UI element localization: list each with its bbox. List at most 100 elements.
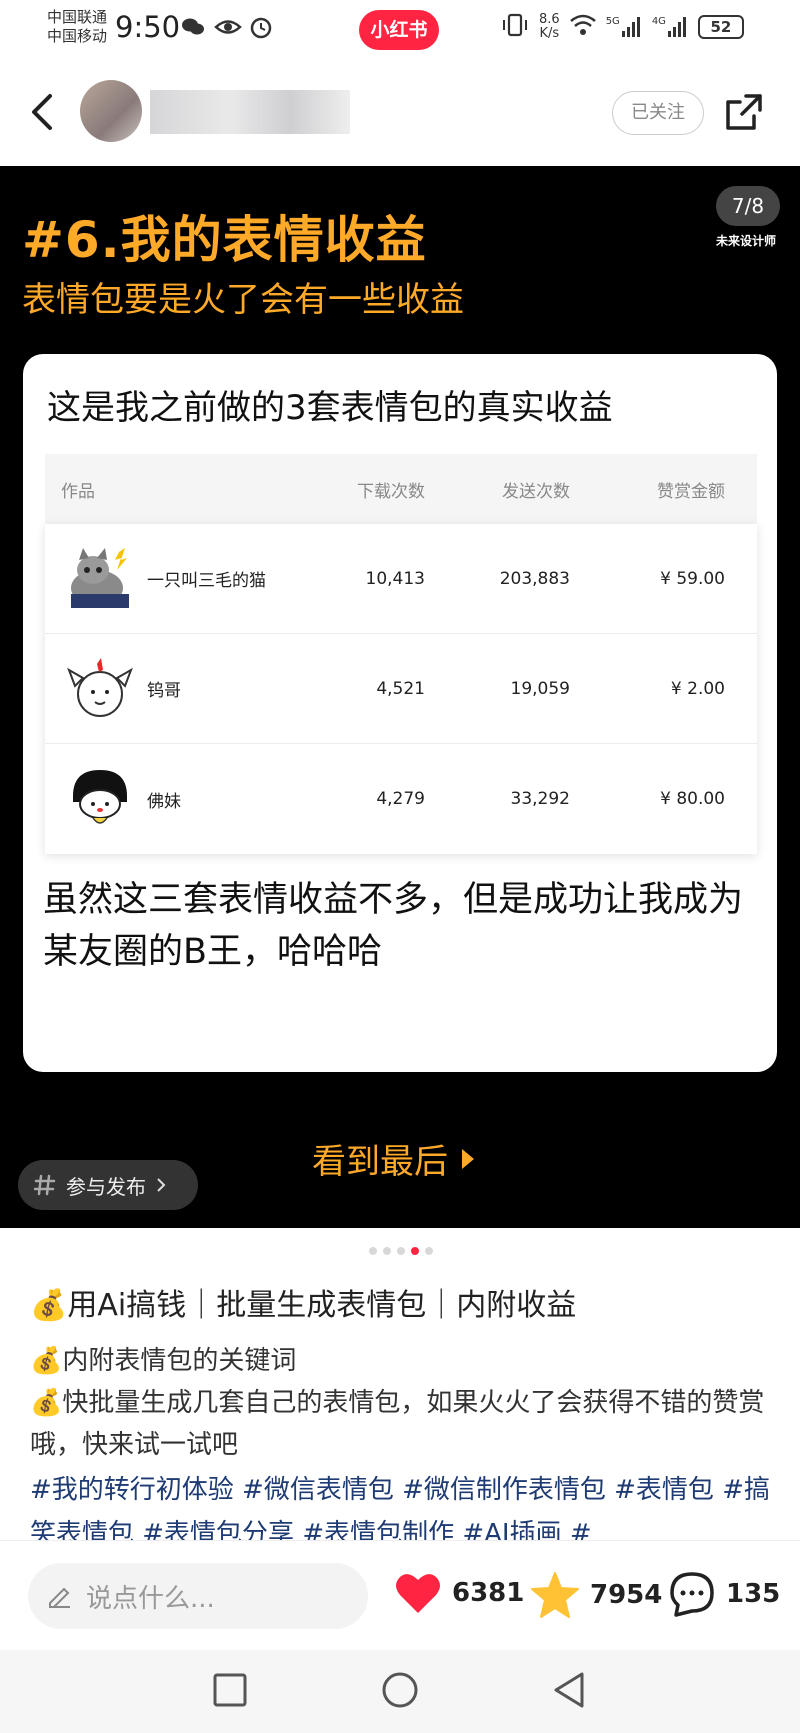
watermark-logo: 未来设计师 — [716, 234, 777, 248]
col-header-tips: 赞赏金额 — [657, 481, 725, 502]
play-triangle-icon — [462, 1148, 474, 1169]
status-bar: 中国联通 中国移动 9:50 小红书 8.6 K/s 5G 4G 52 — [0, 0, 800, 56]
circle-icon — [382, 1672, 418, 1708]
notification-icons — [180, 14, 274, 40]
clock: 9:50 — [115, 10, 181, 44]
carrier-2: 中国移动 — [47, 27, 108, 45]
signal-icon-4g: 4G — [652, 16, 689, 38]
net-speed: 8.6 K/s — [539, 13, 560, 41]
join-post-label: 参与发布 — [66, 1174, 146, 1199]
tips-cell: ¥ 59.00 — [660, 568, 725, 589]
pigeon-sticker-thumbnail — [67, 655, 133, 722]
hashtag-icon — [34, 1174, 56, 1196]
like-count: 6381 — [452, 1578, 525, 1608]
eye-icon — [214, 14, 242, 40]
work-name: 钨哥 — [147, 681, 181, 701]
nav-back-button[interactable] — [550, 1670, 590, 1710]
work-cell: 一只叫三毛的猫 — [45, 545, 295, 612]
work-cell: 钨哥 — [45, 655, 295, 722]
comment-placeholder: 说点什么... — [86, 1583, 215, 1614]
system-nav-bar — [0, 1650, 800, 1733]
author-avatar[interactable] — [80, 80, 142, 142]
signal-5g-label: 5G — [605, 16, 620, 27]
collect-button[interactable]: 7954 — [530, 1571, 662, 1619]
note-title: 💰用Ai搞钱｜批量生成表情包｜内附收益 — [30, 1288, 577, 1323]
comment-button[interactable]: 135 — [668, 1571, 780, 1617]
earnings-card: 这是我之前做的3套表情包的真实收益 作品 下载次数 发送次数 赞赏金额 一只叫三… — [23, 354, 777, 1072]
heart-icon — [396, 1574, 440, 1613]
sends-cell: 33,292 — [510, 789, 570, 809]
sends-cell: 19,059 — [510, 678, 570, 699]
chevron-left-icon — [32, 94, 52, 130]
downloads-cell: 10,413 — [365, 568, 425, 589]
work-name: 佛妹 — [147, 791, 181, 812]
col-header-downloads: 下载次数 — [357, 481, 425, 502]
star-icon — [531, 1572, 579, 1618]
triangle-back-icon — [554, 1672, 584, 1708]
wifi-icon — [569, 13, 597, 41]
cat-sticker-thumbnail — [67, 545, 133, 612]
follow-button[interactable]: 已关注 — [612, 91, 704, 135]
carousel-dot[interactable] — [397, 1247, 405, 1255]
see-end-label: 看到最后 — [312, 1142, 448, 1182]
slide-subtitle: 表情包要是火了会有一些收益 — [22, 280, 464, 320]
card-heading: 这是我之前做的3套表情包的真实收益 — [47, 388, 613, 428]
carousel-dot[interactable] — [369, 1247, 377, 1255]
join-post-button[interactable]: 参与发布 — [18, 1160, 198, 1210]
table-row: 一只叫三毛的猫 10,413 203,883 ¥ 59.00 — [45, 524, 757, 634]
comment-count: 135 — [726, 1579, 781, 1609]
back-button[interactable] — [24, 90, 64, 134]
table-row: 佛妹 4,279 33,292 ¥ 80.00 — [45, 744, 757, 854]
note-header: 已关注 — [0, 56, 800, 166]
share-icon — [726, 94, 762, 130]
carousel-dot[interactable] — [383, 1247, 391, 1255]
table-header: 作品 下载次数 发送次数 赞赏金额 — [45, 454, 757, 524]
collect-count: 7954 — [590, 1580, 663, 1610]
downloads-cell: 4,521 — [376, 678, 425, 699]
slide-title: #6.我的表情收益 — [22, 211, 427, 269]
net-speed-value: 8.6 — [539, 12, 560, 27]
signal-4g-label: 4G — [651, 16, 666, 27]
comment-bubble-icon — [670, 1572, 714, 1617]
sends-cell: 203,883 — [499, 568, 570, 589]
note-line: 💰快批量生成几套自己的表情包，如果火火了会获得不错的赞赏哦，快来试一试吧 — [30, 1388, 765, 1460]
girl-sticker-thumbnail — [67, 766, 133, 832]
carousel-dot[interactable] — [425, 1247, 433, 1255]
chevron-right-icon — [157, 1178, 166, 1192]
pencil-icon — [49, 1587, 70, 1608]
signal-icon-5g: 5G — [606, 16, 643, 38]
card-paragraph: 虽然这三套表情收益不多，但是成功让我成为某友圈的B王，哈哈哈 — [43, 880, 744, 972]
net-speed-unit: K/s — [539, 26, 560, 41]
like-button[interactable]: 6381 — [394, 1571, 524, 1615]
table-row: 钨哥 4,521 19,059 ¥ 2.00 — [45, 634, 757, 744]
see-end-link[interactable]: 看到最后 — [312, 1134, 476, 1183]
app-badge: 小红书 — [359, 10, 439, 50]
work-cell: 佛妹 — [45, 766, 295, 832]
note-line: 💰内附表情包的关键词 — [30, 1346, 297, 1376]
carrier-names: 中国联通 中国移动 — [47, 8, 107, 46]
carousel-dots — [369, 1247, 433, 1255]
tips-cell: ¥ 80.00 — [660, 789, 725, 809]
share-button[interactable] — [724, 92, 764, 132]
wechat-icon — [180, 14, 206, 40]
earnings-table: 作品 下载次数 发送次数 赞赏金额 一只叫三毛的猫 10,413 203,883… — [45, 454, 757, 854]
comment-input[interactable]: 说点什么... — [28, 1563, 368, 1629]
col-header-sends: 发送次数 — [502, 481, 570, 502]
work-name: 一只叫三毛的猫 — [147, 571, 266, 591]
alarm-icon — [248, 14, 274, 40]
slide-counter: 7/8 — [716, 186, 780, 226]
tips-cell: ¥ 2.00 — [670, 678, 725, 699]
image-carousel[interactable]: #6.我的表情收益 表情包要是火了会有一些收益 7/8 未来设计师 这是我之前做… — [0, 166, 800, 1228]
home-button[interactable] — [380, 1670, 420, 1710]
carrier-1: 中国联通 — [47, 8, 108, 26]
system-icons: 8.6 K/s 5G 4G 52 — [500, 12, 744, 42]
carousel-dot-active[interactable] — [411, 1247, 419, 1255]
col-header-work: 作品 — [61, 481, 95, 502]
downloads-cell: 4,279 — [376, 789, 425, 809]
bottom-action-bar: 说点什么... 6381 7954 135 — [0, 1540, 800, 1650]
recents-button[interactable] — [210, 1670, 250, 1710]
table-body: 一只叫三毛的猫 10,413 203,883 ¥ 59.00 钨哥 4,521 … — [45, 524, 757, 854]
note-body: 💰用Ai搞钱｜批量生成表情包｜内附收益 💰内附表情包的关键词 💰快批量生成几套自… — [30, 1280, 780, 1556]
author-name-blurred[interactable] — [150, 90, 350, 134]
vibrate-icon — [500, 12, 530, 42]
